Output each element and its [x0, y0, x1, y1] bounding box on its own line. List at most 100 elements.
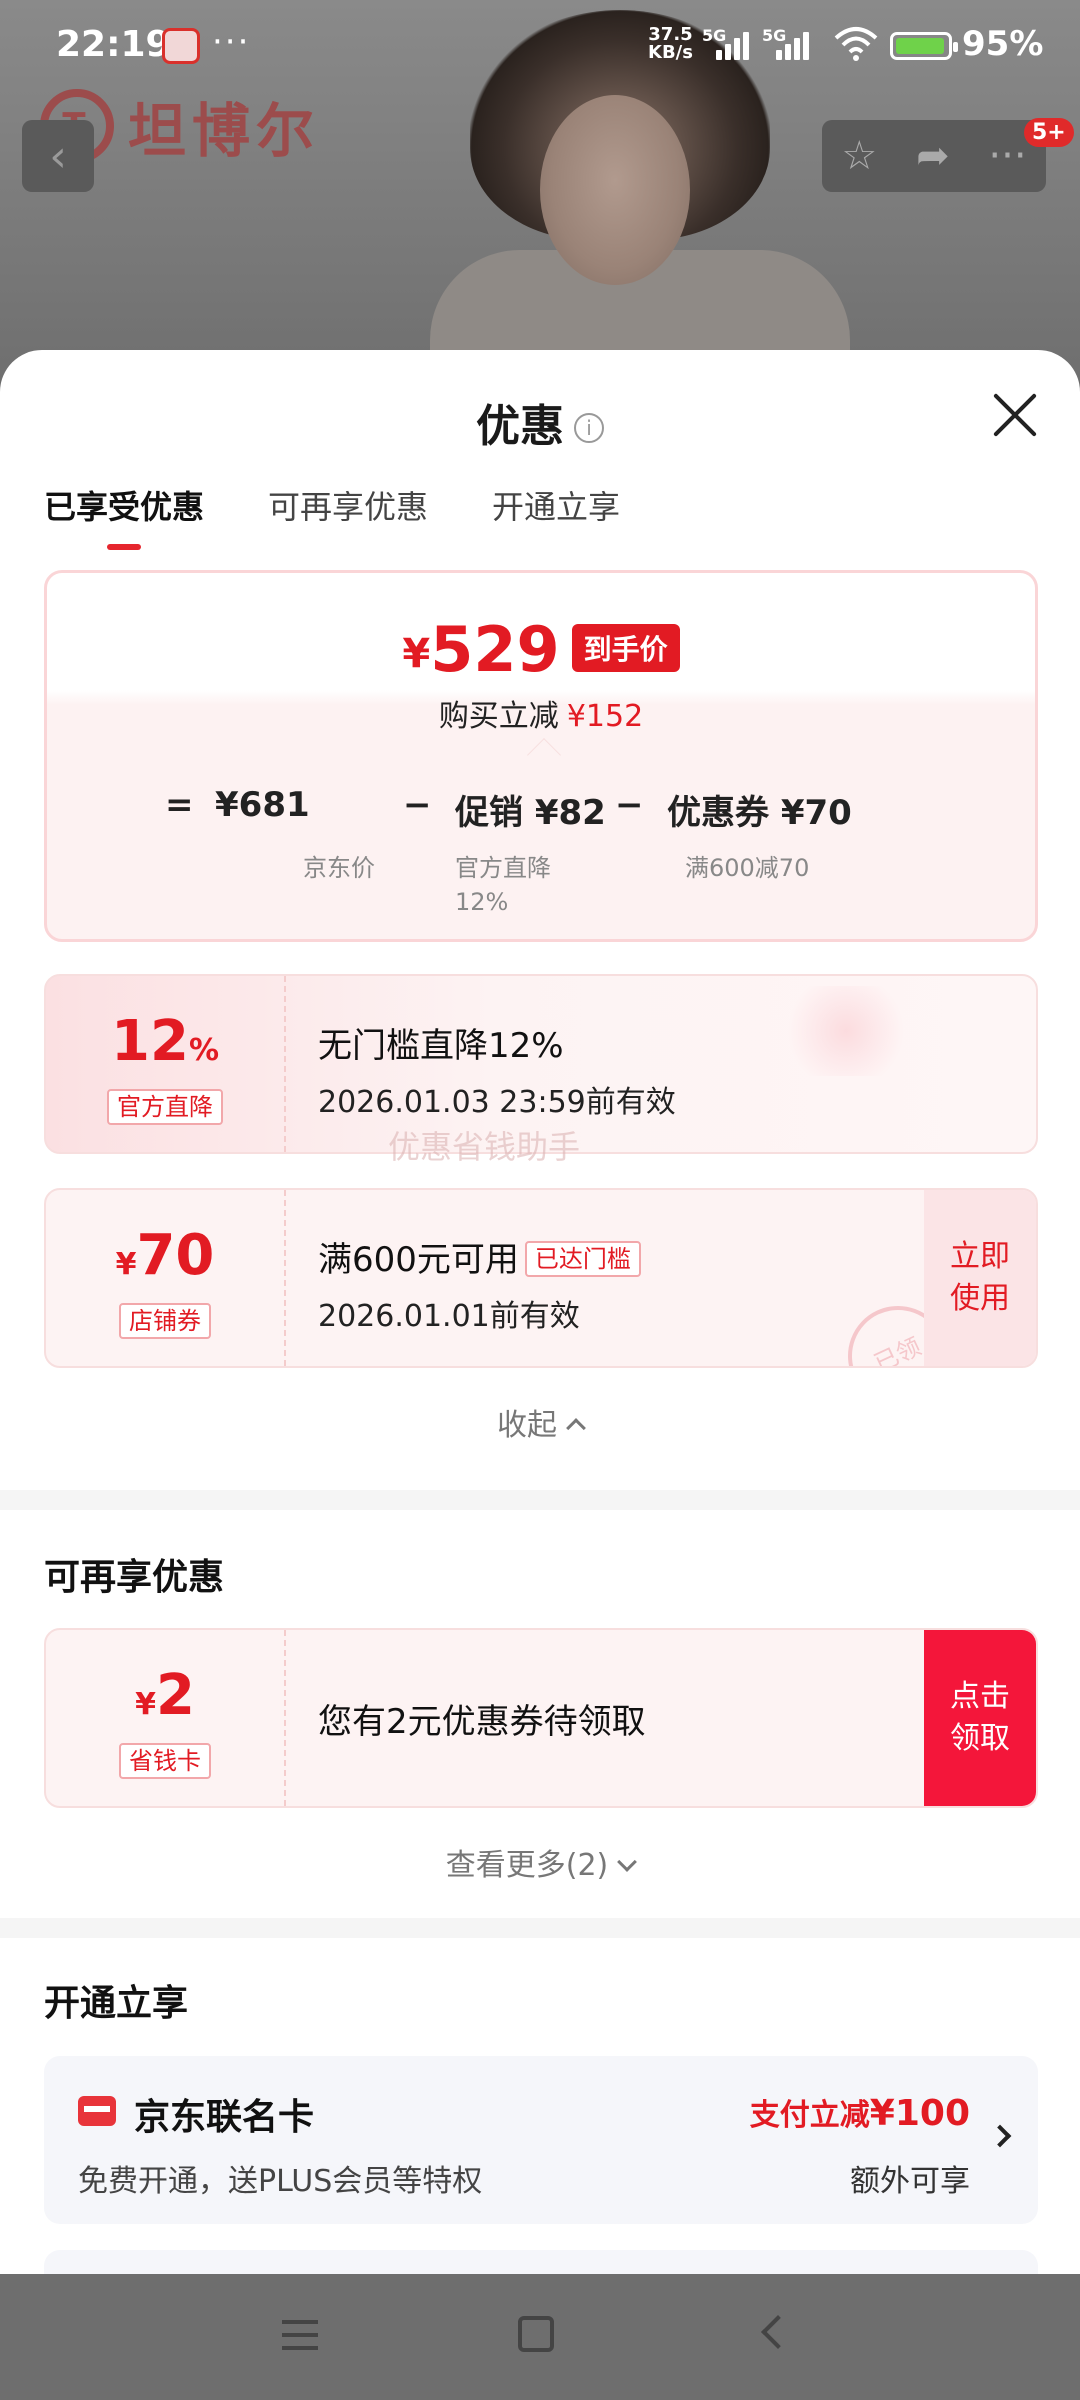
discount-tabs: 已享受优惠 可再享优惠 开通立享 — [44, 482, 620, 550]
collapse-label: 收起 — [497, 1408, 557, 1443]
back-button[interactable]: ‹ — [22, 120, 94, 192]
jd-cobrand-card-offer[interactable]: 京东联名卡 免费开通，送PLUS会员等特权 支付立减¥100 额外可享 — [44, 2056, 1038, 2224]
jd-price: ¥681 — [215, 785, 310, 825]
chevron-down-icon — [617, 1852, 638, 1872]
currency-symbol: ¥ — [402, 631, 431, 677]
offer-value-number: 12 — [111, 1009, 189, 1074]
network-speed: 37.5 KB/s — [648, 24, 693, 63]
minus-sign: − — [615, 785, 644, 825]
pointer-arrow — [527, 738, 561, 772]
system-navigation-bar — [0, 2274, 1080, 2400]
offer-value: ¥2 — [46, 1666, 284, 1735]
offer-details: 满600元可用 已达门槛 2026.01.01前有效 — [318, 1232, 641, 1335]
top-actions: ☆ ➦ ··· — [822, 120, 1046, 192]
discount-sheet: 优惠 i 已享受优惠 可再享优惠 开通立享 ¥529 到手价 购买立减 ¥152 = … — [0, 350, 1080, 2274]
reduction-value: ¥152 — [566, 699, 644, 734]
promo-label-line1: 官方直降 — [455, 854, 551, 882]
offer-condition: 满600元可用 — [318, 1240, 519, 1280]
tab-enjoyed[interactable]: 已享受优惠 — [44, 482, 204, 550]
offer-value: ¥70 — [46, 1226, 284, 1295]
total-reduction: 购买立减 ¥152 — [47, 691, 1035, 735]
section-divider — [0, 1918, 1080, 1938]
cart-badge: 5+ — [1024, 118, 1074, 147]
close-button[interactable] — [990, 390, 1040, 440]
more-notifications-icon: ··· — [212, 22, 251, 62]
benefit-prefix: 支付立减 — [749, 2098, 870, 2133]
benefit-note: 额外可享 — [850, 2164, 970, 2199]
info-icon[interactable]: i — [574, 413, 604, 443]
status-time: 22:19 — [56, 24, 171, 65]
offer-validity: 2026.01.03 23:59前有效 — [318, 1085, 676, 1120]
brand-name: 坦博尔 — [128, 97, 321, 165]
watermark: 优惠省钱助手 — [388, 1128, 581, 1166]
promo-amount: 促销 ¥82 — [455, 793, 606, 833]
tab-open-and-enjoy[interactable]: 开通立享 — [492, 482, 620, 550]
sheet-title-text: 优惠 — [476, 401, 564, 452]
wifi-icon — [834, 27, 878, 61]
offer-value-block: 12% 官方直降 — [46, 976, 286, 1152]
offer-card-store-coupon: ¥70 店铺券 满600元可用 已达门槛 2026.01.01前有效 已领 立即 … — [44, 1188, 1038, 1368]
share-icon[interactable]: ➦ — [916, 133, 950, 179]
card-description: 免费开通，送PLUS会员等特权 — [78, 2164, 483, 2199]
signal-2-icon — [776, 30, 816, 60]
threshold-reached-badge: 已达门槛 — [524, 1241, 641, 1277]
offer-value-block: ¥2 省钱卡 — [46, 1630, 286, 1806]
chevron-up-icon — [566, 1418, 586, 1438]
offer-tag: 官方直降 — [107, 1089, 223, 1125]
star-icon[interactable]: ☆ — [841, 133, 877, 179]
final-price-tag: 到手价 — [571, 624, 680, 672]
tab-more-available[interactable]: 可再享优惠 — [268, 482, 428, 550]
card-name: 京东联名卡 — [134, 2097, 315, 2138]
battery-percent: 95% — [962, 24, 1044, 64]
final-price: ¥529 到手价 — [47, 613, 1035, 686]
view-more-label: 查看更多(2) — [445, 1848, 609, 1883]
coupon-amount: 优惠券 ¥70 — [667, 793, 852, 833]
promo-label-line2: 12% — [455, 888, 509, 916]
back-icon[interactable] — [761, 2315, 795, 2349]
chevron-right-icon — [988, 2124, 1012, 2148]
final-price-value: 529 — [430, 613, 560, 686]
model-face-image — [540, 95, 690, 285]
chevron-left-icon: ‹ — [49, 130, 67, 182]
section-title-open-and-enjoy: 开通立享 — [44, 1983, 189, 2024]
battery-icon — [890, 32, 958, 60]
offer-title: 满600元可用 已达门槛 — [318, 1232, 641, 1281]
offer-value-number: 70 — [136, 1223, 215, 1288]
coupon-label: 满600减70 — [685, 854, 810, 882]
reduction-label: 购买立减 — [438, 699, 559, 734]
promo-label: 官方直降 12% — [455, 851, 551, 919]
equals-sign: = — [165, 785, 194, 825]
minus-sign: − — [403, 785, 432, 825]
currency-symbol: ¥ — [115, 1247, 137, 1282]
offer-details: 无门槛直降12% 2026.01.03 23:59前有效 — [318, 1018, 676, 1121]
price-summary: ¥529 到手价 购买立减 ¥152 = ¥681 − 促销 ¥82 − 优惠券 ¥… — [44, 570, 1038, 942]
app-notification-icon — [162, 28, 200, 64]
offer-validity: 2026.01.01前有效 — [318, 1299, 580, 1334]
next-offer-card[interactable] — [44, 2250, 1038, 2274]
section-divider — [0, 1490, 1080, 1510]
offer-title: 无门槛直降12% — [318, 1026, 564, 1066]
offer-card-savings-card: ¥2 省钱卡 您有2元优惠券待领取 点击 领取 — [44, 1628, 1038, 1808]
menu-icon[interactable] — [282, 2320, 318, 2350]
offer-details: 您有2元优惠券待领取 — [318, 1694, 646, 1743]
more-icon[interactable]: ··· — [988, 133, 1026, 179]
offer-title: 您有2元优惠券待领取 — [318, 1702, 646, 1742]
section-title-more-offers: 可再享优惠 — [44, 1557, 225, 1598]
sheet-title: 优惠 i — [0, 390, 1080, 454]
claim-button[interactable]: 点击 领取 — [924, 1630, 1036, 1806]
offer-tag: 店铺券 — [119, 1303, 211, 1339]
home-icon[interactable] — [518, 2316, 554, 2352]
currency-symbol: ¥ — [135, 1687, 156, 1722]
offer-value-block: ¥70 店铺券 — [46, 1190, 286, 1366]
offer-value: 12% — [46, 1012, 284, 1081]
collapse-button[interactable]: 收起 — [0, 1400, 1080, 1444]
use-now-button[interactable]: 立即 使用 — [924, 1190, 1036, 1366]
firework-decoration-icon — [776, 986, 916, 1076]
signal-1-icon — [716, 30, 756, 60]
offer-value-number: 2 — [155, 1663, 195, 1728]
credit-card-icon — [78, 2096, 116, 2126]
jd-price-label: 京东价 — [303, 854, 375, 882]
view-more-button[interactable]: 查看更多(2) — [0, 1840, 1080, 1884]
offer-value-unit: % — [188, 1033, 219, 1068]
benefit-value: ¥100 — [869, 2093, 970, 2134]
